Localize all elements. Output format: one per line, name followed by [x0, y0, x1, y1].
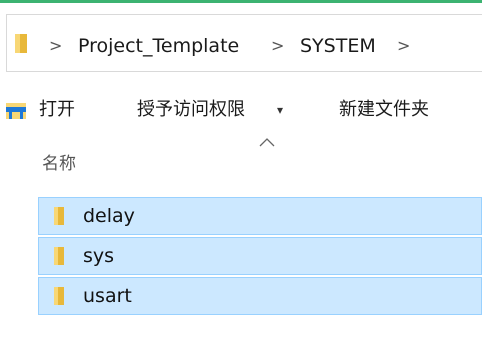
list-item[interactable]: delay: [38, 197, 482, 235]
folder-icon: [54, 207, 64, 225]
window-top-accent: [0, 0, 482, 3]
folder-icon: [54, 287, 64, 305]
file-list: delay sys usart: [38, 197, 482, 317]
chevron-right-icon[interactable]: >: [49, 34, 62, 58]
new-folder-button[interactable]: 新建文件夹: [339, 97, 429, 123]
window-edge: [482, 0, 500, 342]
chevron-right-icon[interactable]: >: [397, 34, 410, 58]
folder-name: sys: [83, 245, 115, 267]
folder-icon: [54, 247, 64, 265]
chevron-right-icon[interactable]: >: [271, 34, 284, 58]
column-header-name[interactable]: 名称: [42, 152, 76, 176]
chevron-down-icon[interactable]: ▾: [277, 99, 283, 121]
open-button[interactable]: 打开: [39, 97, 75, 123]
folder-name: delay: [83, 205, 135, 227]
sort-ascending-icon[interactable]: [258, 137, 276, 147]
breadcrumb-system[interactable]: SYSTEM: [300, 34, 376, 58]
open-folder-icon[interactable]: [5, 100, 27, 120]
list-item[interactable]: sys: [38, 237, 482, 275]
folder-icon: [15, 34, 27, 53]
folder-name: usart: [83, 285, 132, 307]
breadcrumb-project-template[interactable]: Project_Template: [78, 34, 239, 58]
list-item[interactable]: usart: [38, 277, 482, 315]
address-bar[interactable]: > Project_Template > SYSTEM >: [6, 14, 482, 72]
grant-access-button[interactable]: 授予访问权限: [137, 97, 245, 123]
